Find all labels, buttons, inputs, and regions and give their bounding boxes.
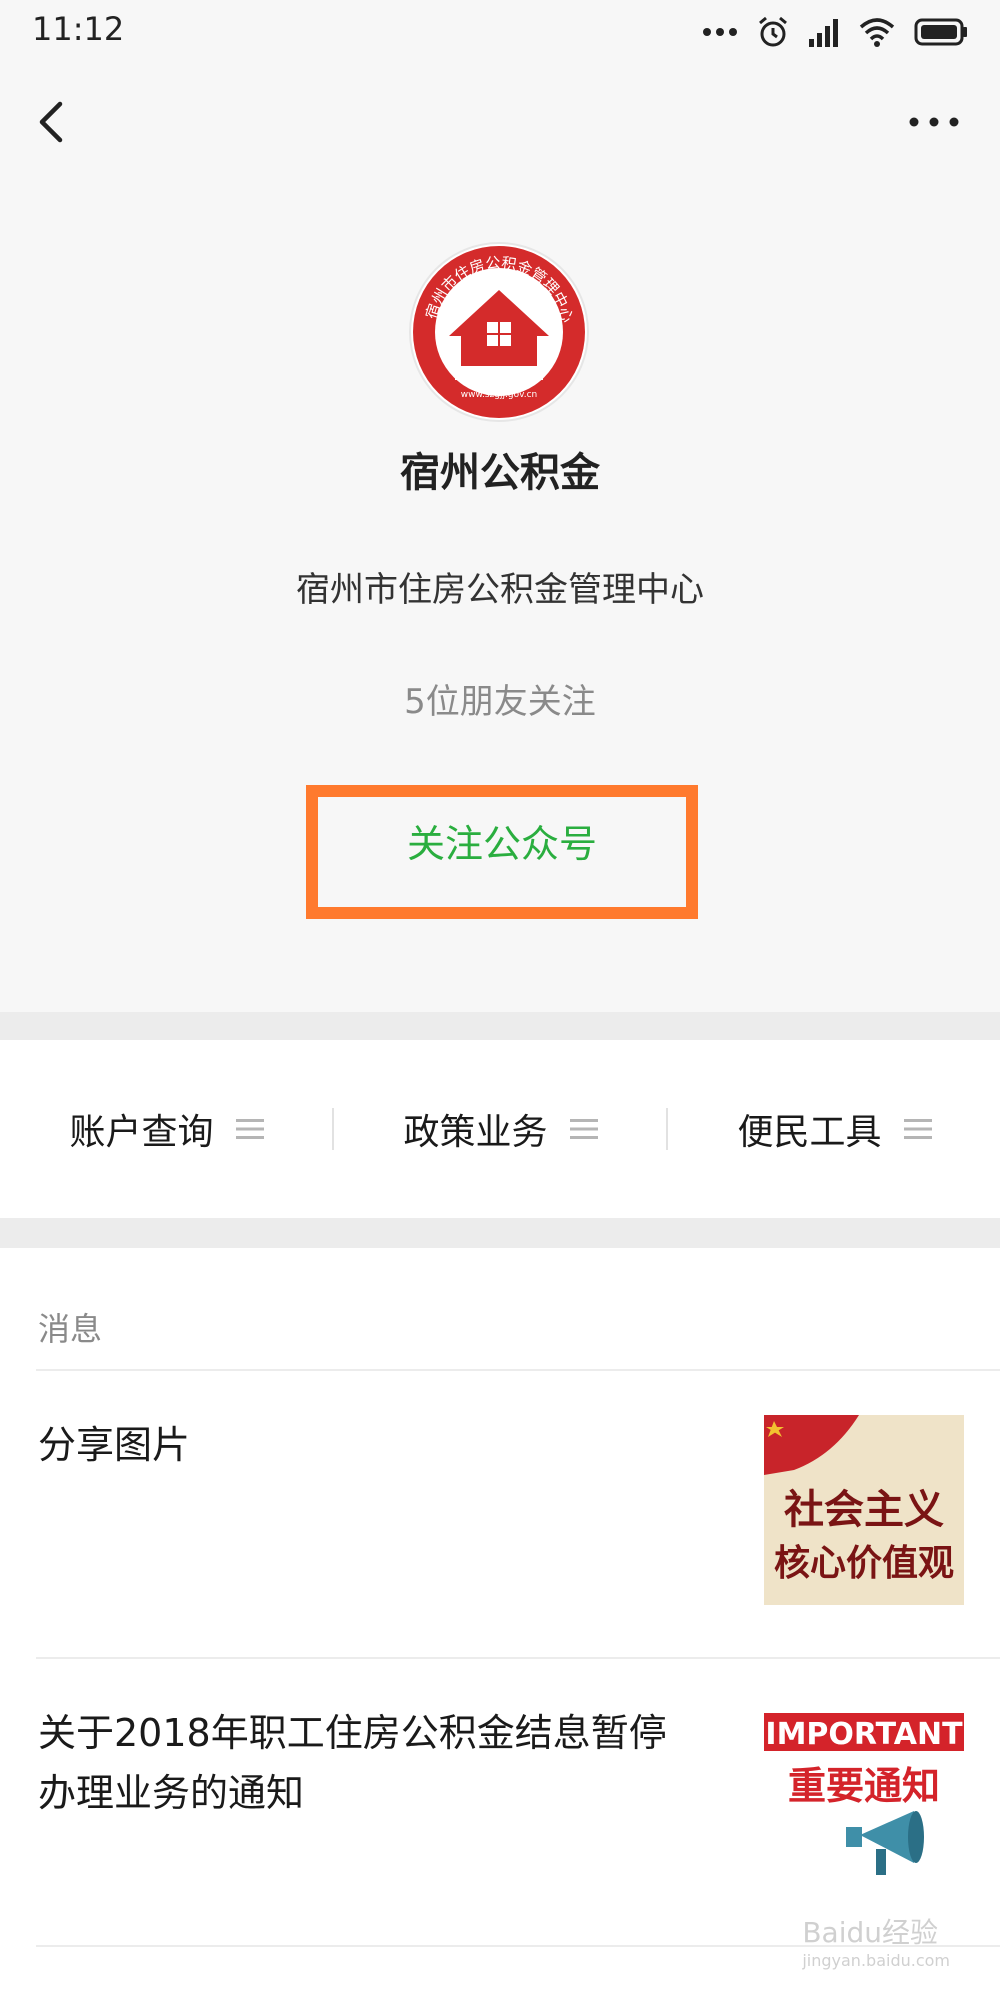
- back-button[interactable]: [28, 90, 88, 154]
- housing-fund-logo: www.szgjj.gov.cn 宿州市住房公积金管理中心: [413, 246, 585, 418]
- hamburger-icon: [235, 1119, 264, 1139]
- message-title: 关于2018年职工住房公积金结息暂停办理业务的通知: [38, 1711, 667, 1815]
- section-separator: [0, 1012, 1000, 1040]
- message-thumbnail: IMPORTANT 重要通知: [764, 1703, 964, 1893]
- chevron-left-icon: [39, 101, 63, 143]
- svg-text:核心价值观: 核心价值观: [774, 1542, 954, 1584]
- hamburger-icon: [569, 1119, 598, 1139]
- menu-item-label: 账户查询: [69, 1112, 214, 1153]
- hamburger-icon: [903, 1119, 932, 1139]
- logo-url: www.szgjj.gov.cn: [461, 390, 537, 400]
- menu-item-convenience-tools[interactable]: 便民工具: [668, 1040, 1000, 1218]
- section-separator: [0, 1218, 1000, 1248]
- important-notice-thumbnail: IMPORTANT 重要通知: [764, 1703, 964, 1893]
- follow-button-label: 关注公众号: [406, 822, 597, 866]
- menu-item-label: 便民工具: [737, 1112, 882, 1153]
- message-item[interactable]: 关于2018年职工住房公积金结息暂停办理业务的通知 IMPORTANT 重要通知: [0, 1659, 1000, 1945]
- svg-text:重要通知: 重要通知: [788, 1764, 940, 1808]
- dots-icon: [703, 28, 737, 36]
- section-title: 消息: [38, 1310, 103, 1348]
- more-button[interactable]: [904, 102, 964, 142]
- baidu-jingyan-watermark: Baidu经验 jingyan.baidu.com: [802, 1911, 950, 1970]
- svg-text:IMPORTANT: IMPORTANT: [765, 1717, 963, 1752]
- account-description: 宿州市住房公积金管理中心: [296, 570, 704, 610]
- watermark-url: jingyan.baidu.com: [802, 1951, 950, 1970]
- battery-icon: [914, 18, 967, 46]
- watermark-brand: Baidu经验: [802, 1916, 939, 1949]
- core-values-thumbnail: 社会主义 核心价值观: [764, 1415, 964, 1605]
- svg-text:社会主义: 社会主义: [784, 1486, 944, 1533]
- status-time: 11:12: [32, 10, 125, 48]
- wifi-icon: [859, 18, 895, 47]
- nav-bar: [0, 62, 1000, 182]
- signal-icon: [809, 19, 838, 47]
- account-name: 宿州公积金: [400, 450, 600, 496]
- status-bar: 11:12: [0, 0, 1000, 62]
- message-title: 分享图片: [38, 1423, 191, 1467]
- message-item[interactable]: 分享图片 社会主义 核心价值观: [0, 1371, 1000, 1657]
- status-icons: [702, 12, 968, 52]
- message-thumbnail: 社会主义 核心价值观: [764, 1415, 964, 1605]
- menu-item-policy-business[interactable]: 政策业务: [334, 1040, 667, 1218]
- messages-section: 消息 分享图片 社会主义 核心价值观 关于2018年职工住房公积金结息暂停办理业…: [0, 1248, 1000, 2000]
- alarm-icon: [759, 16, 787, 47]
- friends-following-count: 5位朋友关注: [404, 682, 596, 722]
- avatar: www.szgjj.gov.cn 宿州市住房公积金管理中心: [411, 244, 587, 420]
- account-profile: www.szgjj.gov.cn 宿州市住房公积金管理中心 宿州公积金 宿州市住…: [0, 182, 1000, 1012]
- menu-item-label: 政策业务: [403, 1112, 548, 1153]
- follow-button[interactable]: 关注公众号: [306, 785, 698, 919]
- account-menu-bar: 账户查询 政策业务 便民工具: [0, 1040, 1000, 1218]
- menu-item-account-query[interactable]: 账户查询: [0, 1040, 333, 1218]
- more-horizontal-icon: [909, 117, 959, 127]
